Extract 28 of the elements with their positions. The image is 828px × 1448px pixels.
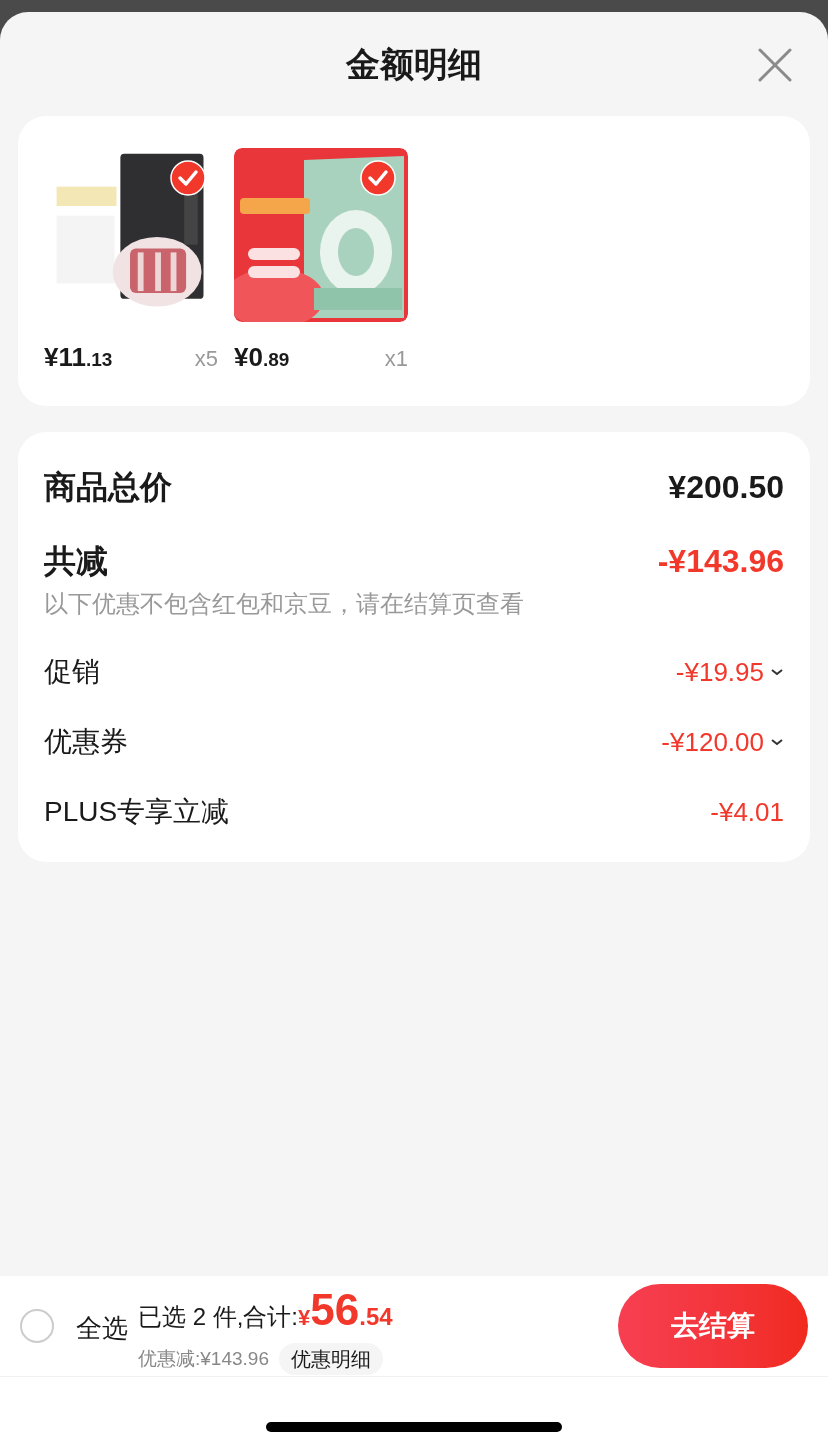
discount-item-value: -¥4.01 — [710, 795, 784, 829]
details-button[interactable]: 优惠明细 — [278, 1343, 383, 1375]
total-label: 商品总价 — [44, 468, 172, 507]
check-icon[interactable] — [360, 160, 396, 196]
discount-item-label: 优惠券 — [44, 725, 128, 759]
product-price: ¥0.89 — [234, 341, 290, 374]
select-all-label: 全选 — [76, 1311, 128, 1345]
total-value: ¥200.50 — [668, 468, 784, 507]
discount-item-value: -¥19.95 — [675, 655, 764, 689]
close-icon[interactable] — [758, 48, 792, 82]
discount-label: 共减 — [44, 542, 108, 581]
product-quantity: x5 — [194, 345, 218, 373]
chevron-down-icon[interactable] — [770, 737, 784, 747]
discount-item-value: -¥120.00 — [661, 725, 764, 759]
checkout-button[interactable]: 去结算 — [618, 1284, 808, 1368]
check-icon[interactable] — [170, 160, 206, 196]
product-price: ¥11.13 — [44, 341, 113, 374]
selected-count-text: 已选 2 件,合计: — [138, 1302, 299, 1332]
discount-item-label: 促销 — [44, 655, 100, 689]
product-quantity: x1 — [384, 345, 408, 373]
discount-note: 以下优惠不包含红包和京豆，请在结算页查看 — [44, 589, 525, 619]
discount-item-label: PLUS专享立减 — [44, 795, 230, 829]
saving-text: 优惠减:¥143.96 — [138, 1346, 269, 1371]
sheet-title: 金额明细 — [346, 43, 482, 85]
discount-value: -¥143.96 — [657, 542, 784, 581]
select-all-radio[interactable] — [20, 1309, 54, 1343]
total-amount: ¥56.54 — [298, 1284, 393, 1336]
chevron-down-icon[interactable] — [770, 667, 784, 677]
